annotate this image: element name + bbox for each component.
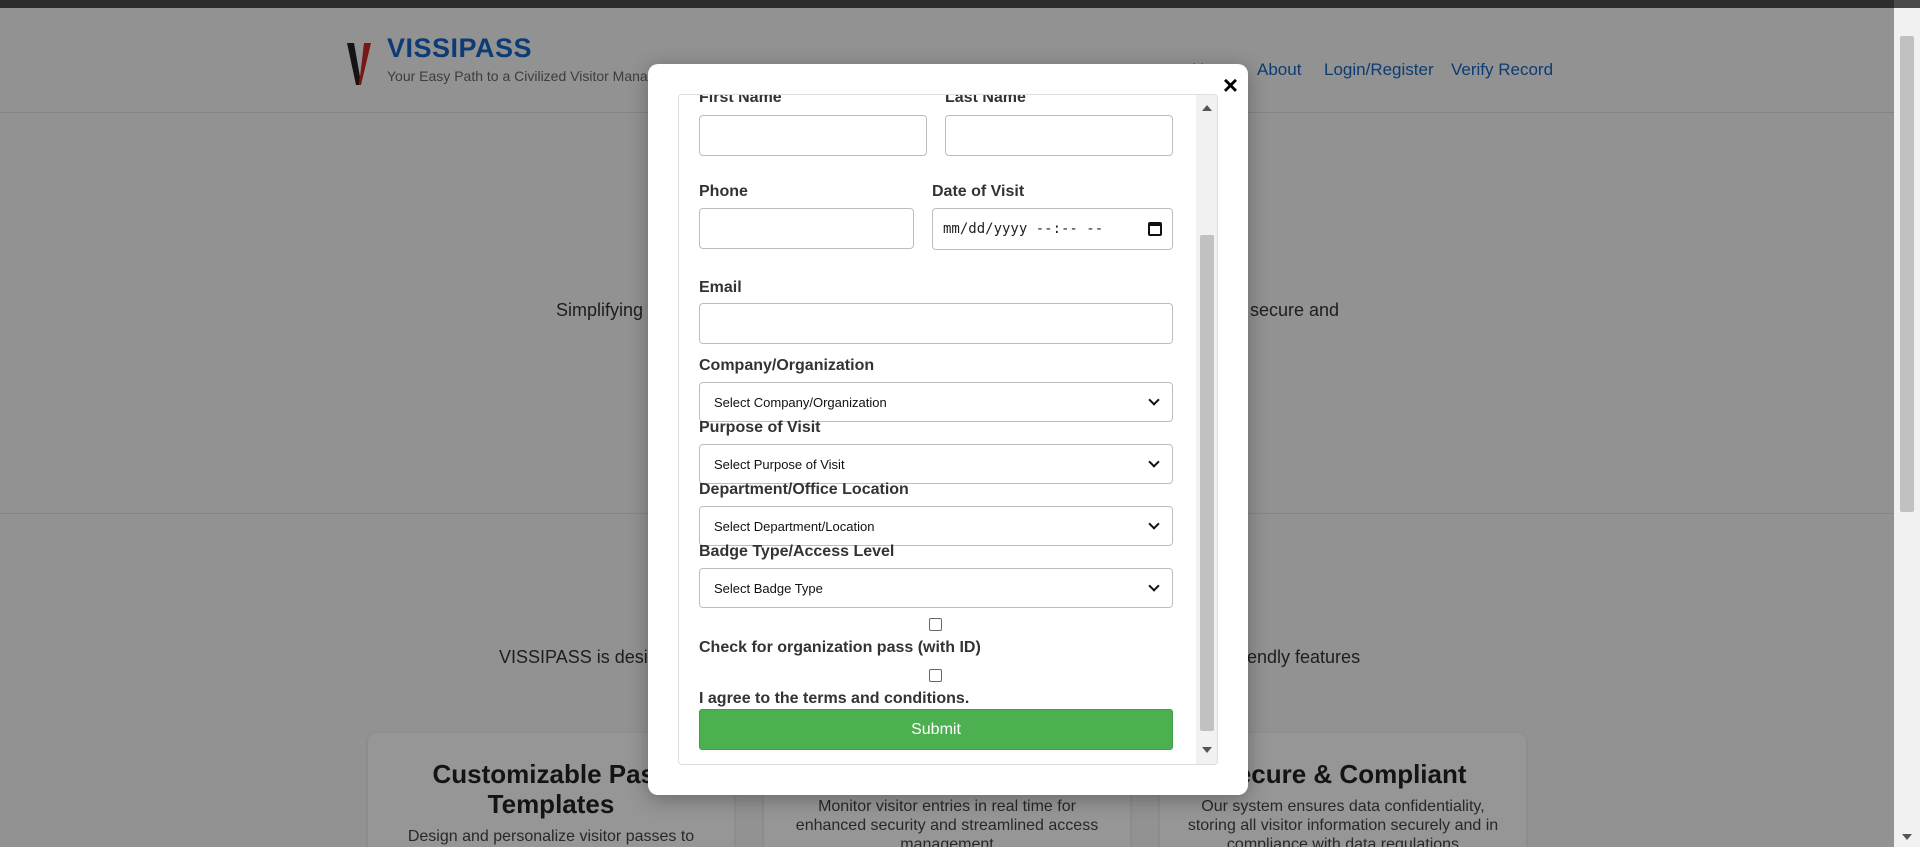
chevron-down-icon xyxy=(1148,517,1160,530)
scroll-up-arrow-icon[interactable] xyxy=(1202,105,1212,111)
email-input[interactable] xyxy=(699,303,1173,344)
form-scrollbar-thumb[interactable] xyxy=(1200,235,1214,731)
department-select-value: Select Department/Location xyxy=(714,518,875,534)
badge-select[interactable]: Select Badge Type xyxy=(699,568,1173,608)
chevron-down-icon xyxy=(1148,579,1160,592)
last-name-label: Last Name xyxy=(945,94,1026,106)
department-label: Department/Office Location xyxy=(699,481,909,498)
date-placeholder: mm/dd/yyyy --:-- -- xyxy=(943,221,1104,237)
form-scrollbar[interactable] xyxy=(1196,95,1217,764)
calendar-icon[interactable] xyxy=(1148,222,1162,236)
last-name-input[interactable] xyxy=(945,115,1173,156)
phone-label: Phone xyxy=(699,183,748,200)
close-icon[interactable]: × xyxy=(1223,70,1238,100)
page-scrollbar-thumb[interactable] xyxy=(1900,36,1914,512)
purpose-select[interactable]: Select Purpose of Visit xyxy=(699,444,1173,484)
purpose-select-value: Select Purpose of Visit xyxy=(714,456,845,472)
company-select-value: Select Company/Organization xyxy=(714,394,887,410)
scroll-down-arrow-icon[interactable] xyxy=(1202,747,1212,753)
phone-input[interactable] xyxy=(699,208,914,249)
org-pass-checkbox[interactable] xyxy=(929,618,942,631)
terms-label: I agree to the terms and conditions. xyxy=(699,690,970,707)
org-pass-label: Check for organization pass (with ID) xyxy=(699,639,981,656)
chevron-down-icon xyxy=(1148,455,1160,468)
badge-select-value: Select Badge Type xyxy=(714,580,823,596)
scroll-down-arrow-icon[interactable] xyxy=(1902,834,1912,840)
page-scrollbar[interactable] xyxy=(1894,8,1920,847)
department-select[interactable]: Select Department/Location xyxy=(699,506,1173,546)
terms-checkbox[interactable] xyxy=(929,669,942,682)
first-name-input[interactable] xyxy=(699,115,927,156)
visitor-registration-modal: × First Name Last Name Phone Date of Vis… xyxy=(648,64,1248,795)
company-select[interactable]: Select Company/Organization xyxy=(699,382,1173,422)
form-scroll-container: First Name Last Name Phone Date of Visit… xyxy=(678,94,1218,765)
chevron-down-icon xyxy=(1148,393,1160,406)
visitor-form: First Name Last Name Phone Date of Visit… xyxy=(679,94,1195,764)
date-of-visit-label: Date of Visit xyxy=(932,183,1025,200)
badge-label: Badge Type/Access Level xyxy=(699,543,895,560)
company-label: Company/Organization xyxy=(699,357,875,374)
purpose-label: Purpose of Visit xyxy=(699,419,821,436)
submit-button[interactable]: Submit xyxy=(699,709,1173,750)
date-of-visit-input[interactable]: mm/dd/yyyy --:-- -- xyxy=(932,208,1173,250)
email-label: Email xyxy=(699,279,742,296)
first-name-label: First Name xyxy=(699,94,782,106)
